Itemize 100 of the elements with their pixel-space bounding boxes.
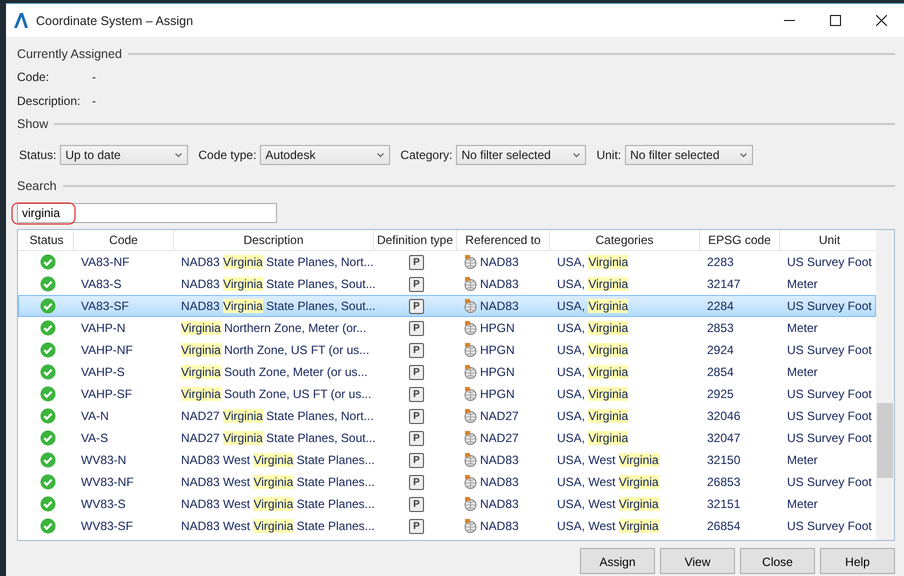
code-text: VA83-NF <box>81 255 130 269</box>
categories-text: USA, Virginia <box>557 299 628 313</box>
caret-icon <box>377 152 384 158</box>
categories-text: USA, Virginia <box>557 255 628 269</box>
definition-type-badge: P <box>409 320 424 336</box>
definition-type-badge: P <box>409 452 424 468</box>
filter-label: Unit: <box>596 148 622 162</box>
table-row[interactable]: VAHP-NF Virginia North Zone, US FT (or us... P HPGN USA, Virginia 2924 US Survey Foot <box>18 339 876 361</box>
table-row[interactable]: VA-N NAD27 Virginia State Planes, Nort... P NAD27 USA, Virginia 32046 US Survey Foot <box>18 405 876 427</box>
column-header[interactable]: Description <box>174 230 374 250</box>
code-text: VAHP-N <box>81 321 126 335</box>
column-header[interactable]: Code <box>74 230 174 250</box>
table-row[interactable]: WV83-NF NAD83 West Virginia State Planes... P NAD83 USA, West Virginia 26853 US Survey Foot <box>18 471 876 493</box>
definition-type-badge: P <box>409 342 424 358</box>
code-text: VAHP-S <box>81 365 125 379</box>
description-text: NAD83 Virginia State Planes, Sout... <box>181 277 375 291</box>
caret-icon <box>740 152 748 158</box>
reference-text: NAD83 <box>480 519 519 533</box>
check-icon <box>40 320 56 336</box>
table-row[interactable]: WV83-SF NAD83 West Virginia State Planes... P NAD83 USA, West Virginia 26854 US Survey Foot <box>18 515 876 537</box>
unit-text: Meter <box>787 453 818 467</box>
unit-text: US Survey Foot <box>787 519 872 533</box>
unit-text: Meter <box>787 497 818 511</box>
epsg-code-text: 2284 <box>707 299 734 313</box>
window-title: Coordinate System – Assign <box>36 14 194 28</box>
table-row[interactable]: VAHP-N Virginia Northern Zone, Meter (or... P HPGN USA, Virginia 2853 Meter <box>18 317 876 339</box>
description-text: NAD83 Virginia State Planes, Nort... <box>181 255 374 269</box>
description-text: NAD27 Virginia State Planes, Sout... <box>181 431 375 445</box>
table-row[interactable]: WV83-S NAD83 West Virginia State Planes... P NAD83 USA, West Virginia 32151 Meter <box>18 493 876 515</box>
categories-text: USA, Virginia <box>557 409 628 423</box>
globe-icon <box>464 431 477 445</box>
dialog-button[interactable]: View <box>660 548 735 574</box>
scrollbar-thumb[interactable] <box>877 403 893 478</box>
unit-text: US Survey Foot <box>787 409 872 423</box>
definition-type-badge: P <box>409 254 424 270</box>
globe-icon <box>464 409 477 423</box>
column-header[interactable]: Referenced to <box>457 230 550 250</box>
definition-type-badge: P <box>409 474 424 490</box>
reference-text: NAD27 <box>480 431 519 445</box>
caret-icon <box>175 152 182 158</box>
column-header[interactable]: EPSG code <box>700 230 780 250</box>
categories-text: USA, West Virginia <box>557 475 659 489</box>
description-text: NAD83 West Virginia State Planes... <box>181 519 375 533</box>
filter-dropdown[interactable]: Autodesk <box>260 145 390 165</box>
globe-icon <box>464 497 477 511</box>
definition-type-badge: P <box>409 386 424 402</box>
globe-icon <box>464 255 477 269</box>
table-row[interactable]: VA83-SF NAD83 Virginia State Planes, Sout... P NAD83 USA, Virginia 2284 US Survey Foot <box>18 295 876 317</box>
section-heading: Show <box>17 117 48 131</box>
code-text: WV83-S <box>81 497 126 511</box>
code-text: VA-N <box>81 409 109 423</box>
definition-type-badge: P <box>409 276 424 292</box>
description-text: NAD27 Virginia State Planes, Nort... <box>181 409 374 423</box>
unit-text: US Survey Foot <box>787 387 872 401</box>
reference-text: NAD27 <box>480 409 519 423</box>
caret-icon <box>573 152 580 158</box>
filter-dropdown[interactable]: No filter selected <box>456 145 586 165</box>
dialog-button[interactable]: Close <box>740 548 815 574</box>
definition-type-badge: P <box>409 298 424 314</box>
filter-label: Category: <box>400 148 452 162</box>
reference-text: HPGN <box>480 343 515 357</box>
categories-text: USA, Virginia <box>557 321 628 335</box>
categories-text: USA, Virginia <box>557 387 628 401</box>
column-header[interactable]: Definition type <box>374 230 457 250</box>
epsg-code-text: 2853 <box>707 321 734 335</box>
code-text: VAHP-SF <box>81 387 132 401</box>
description-text: Virginia South Zone, Meter (or us... <box>181 365 368 379</box>
search-field[interactable]: virginia <box>17 203 277 223</box>
field-label: Code: <box>17 70 50 84</box>
column-header[interactable]: Status <box>20 230 74 250</box>
maximize-icon <box>830 15 840 26</box>
reference-text: NAD83 <box>480 497 519 511</box>
epsg-code-text: 26854 <box>707 519 740 533</box>
globe-icon <box>464 475 477 489</box>
unit-text: US Survey Foot <box>787 255 872 269</box>
categories-text: USA, Virginia <box>557 431 628 445</box>
table-row[interactable]: WV83-N NAD83 West Virginia State Planes... P NAD83 USA, West Virginia 32150 Meter <box>18 449 876 471</box>
column-header[interactable]: Categories <box>550 230 700 250</box>
globe-icon <box>464 453 477 467</box>
scrollbar[interactable] <box>876 230 894 540</box>
globe-icon <box>464 387 477 401</box>
table-row[interactable]: VA83-S NAD83 Virginia State Planes, Sout... P NAD83 USA, Virginia 32147 Meter <box>18 273 876 295</box>
code-text: VA-S <box>81 431 108 445</box>
dialog-button[interactable]: Assign <box>580 548 655 574</box>
table-row[interactable]: VA83-NF NAD83 Virginia State Planes, Nort... P NAD83 USA, Virginia 2283 US Survey Foot <box>18 251 876 273</box>
table-row[interactable]: VA-S NAD27 Virginia State Planes, Sout... P NAD27 USA, Virginia 32047 US Survey Foot <box>18 427 876 449</box>
unit-text: US Survey Foot <box>787 343 872 357</box>
dialog-button[interactable]: Help <box>820 548 895 574</box>
description-text: NAD83 West Virginia State Planes... <box>181 497 375 511</box>
globe-icon <box>464 321 477 335</box>
categories-text: USA, West Virginia <box>557 453 659 467</box>
code-text: VAHP-NF <box>81 343 133 357</box>
filter-dropdown[interactable]: Up to date <box>60 145 188 165</box>
epsg-code-text: 2924 <box>707 343 734 357</box>
table-row[interactable]: VAHP-S Virginia South Zone, Meter (or us... P HPGN USA, Virginia 2854 Meter <box>18 361 876 383</box>
epsg-code-text: 2283 <box>707 255 734 269</box>
field-label: Description: <box>17 94 82 108</box>
code-text: VA83-S <box>81 277 122 291</box>
table-row[interactable]: VAHP-SF Virginia South Zone, US FT (or us... P HPGN USA, Virginia 2925 US Survey Foot <box>18 383 876 405</box>
filter-dropdown[interactable]: No filter selected <box>625 145 754 165</box>
